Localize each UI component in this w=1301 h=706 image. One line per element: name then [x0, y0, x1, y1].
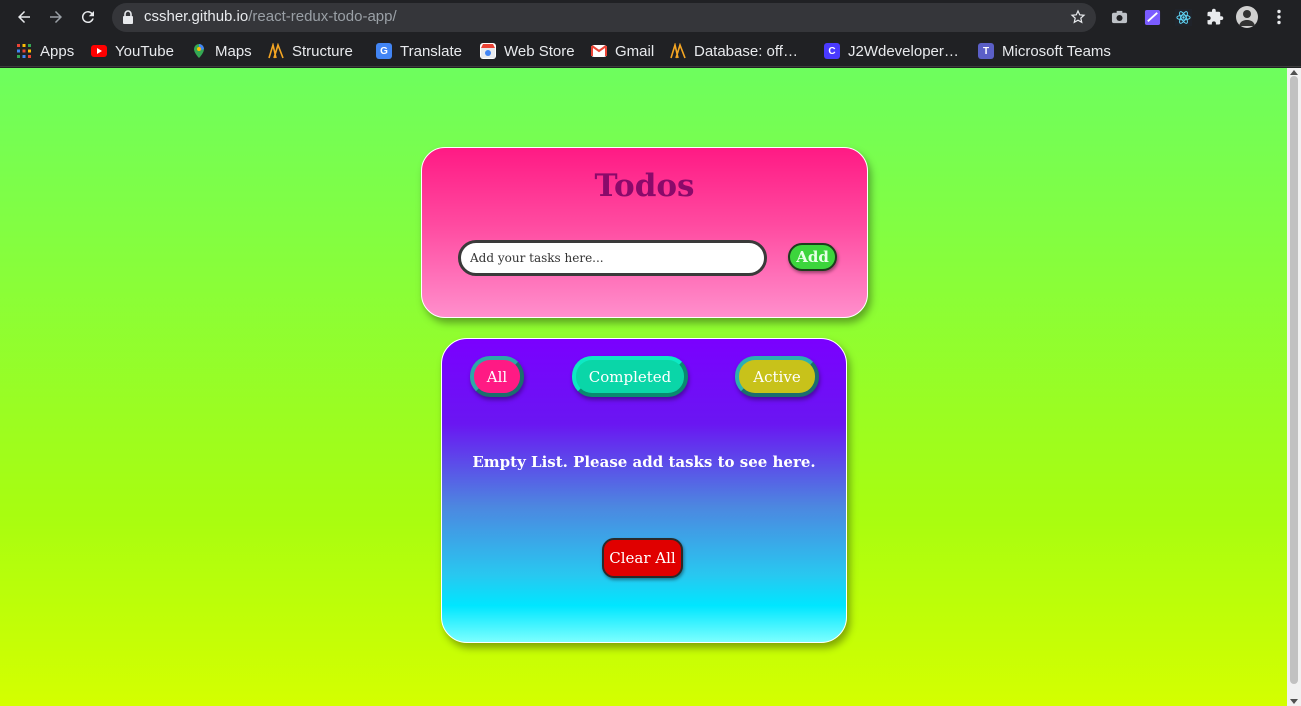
empty-list-message: Empty List. Please add tasks to see here…	[472, 453, 816, 471]
bookmarks-bar: Apps YouTube Maps Structure G Translate …	[0, 35, 1301, 67]
lock-icon	[123, 10, 133, 24]
bookmark-label: Microsoft Teams	[1002, 42, 1111, 60]
browser-menu-icon[interactable]	[1270, 8, 1288, 26]
page-title: Todos	[594, 168, 695, 204]
profile-avatar[interactable]	[1236, 6, 1258, 28]
clear-all-button[interactable]: Clear All	[602, 538, 683, 578]
bookmark-j2wdeveloper[interactable]: C J2Wdeveloper…	[824, 41, 959, 61]
translate-icon: G	[376, 43, 392, 59]
bookmark-microsoft-teams[interactable]: T Microsoft Teams	[978, 41, 1111, 61]
bookmark-label: YouTube	[115, 42, 174, 60]
filter-completed-button[interactable]: Completed	[572, 356, 688, 397]
camera-extension-icon[interactable]	[1110, 8, 1128, 26]
bookmark-database[interactable]: Database: off…	[670, 41, 798, 61]
filter-all-button[interactable]: All	[470, 356, 524, 397]
gmail-icon	[591, 45, 607, 57]
bookmark-apps[interactable]: Apps	[16, 41, 74, 61]
scroll-up-arrow-icon[interactable]	[1290, 70, 1298, 75]
bookmark-structure[interactable]: Structure	[268, 41, 353, 61]
webstore-icon	[480, 43, 496, 59]
reload-icon[interactable]	[77, 6, 99, 28]
structure-icon	[268, 43, 284, 59]
bookmark-star-icon[interactable]	[1070, 9, 1086, 25]
bookmark-maps[interactable]: Maps	[191, 41, 252, 61]
bookmark-gmail[interactable]: Gmail	[591, 41, 654, 61]
scrollbar-thumb[interactable]	[1290, 76, 1298, 684]
scroll-down-arrow-icon[interactable]	[1290, 699, 1298, 704]
bookmark-label: Structure	[292, 42, 353, 60]
todo-list-card: All Completed Active Empty List. Please …	[441, 338, 847, 643]
page-viewport: Todos Add All Completed Active Empty Lis…	[0, 68, 1287, 706]
bookmark-label: J2Wdeveloper…	[848, 42, 959, 60]
bookmark-label: Translate	[400, 42, 462, 60]
apps-grid-icon	[16, 43, 32, 59]
database-icon	[670, 43, 686, 59]
forward-arrow-icon[interactable]	[45, 6, 67, 28]
j2w-icon: C	[824, 43, 840, 59]
bookmark-label: Database: off…	[694, 42, 798, 60]
teams-icon: T	[978, 43, 994, 59]
todo-header-card: Todos Add	[421, 147, 868, 318]
extensions-puzzle-icon[interactable]	[1206, 8, 1224, 26]
filter-active-button[interactable]: Active	[735, 356, 819, 397]
browser-toolbar: cssher.github.io/react-redux-todo-app/	[0, 0, 1301, 35]
react-devtools-icon[interactable]	[1174, 8, 1192, 26]
bookmark-label: Gmail	[615, 42, 655, 60]
bookmark-webstore[interactable]: Web Store	[480, 41, 575, 61]
page-scrollbar[interactable]	[1287, 68, 1301, 706]
back-arrow-icon[interactable]	[13, 6, 35, 28]
bookmark-label: Web Store	[504, 42, 575, 60]
youtube-icon	[91, 45, 107, 57]
address-bar[interactable]: cssher.github.io/react-redux-todo-app/	[112, 3, 1096, 32]
maps-icon	[191, 43, 207, 59]
task-input[interactable]	[458, 240, 767, 276]
purple-extension-icon[interactable]	[1143, 8, 1161, 26]
bookmark-youtube[interactable]: YouTube	[91, 41, 174, 61]
bookmark-label: Maps	[215, 42, 252, 60]
url-text: cssher.github.io/react-redux-todo-app/	[144, 8, 397, 25]
add-button[interactable]: Add	[788, 243, 837, 271]
bookmark-label: Apps	[40, 42, 75, 60]
bookmark-translate[interactable]: G Translate	[376, 41, 462, 61]
